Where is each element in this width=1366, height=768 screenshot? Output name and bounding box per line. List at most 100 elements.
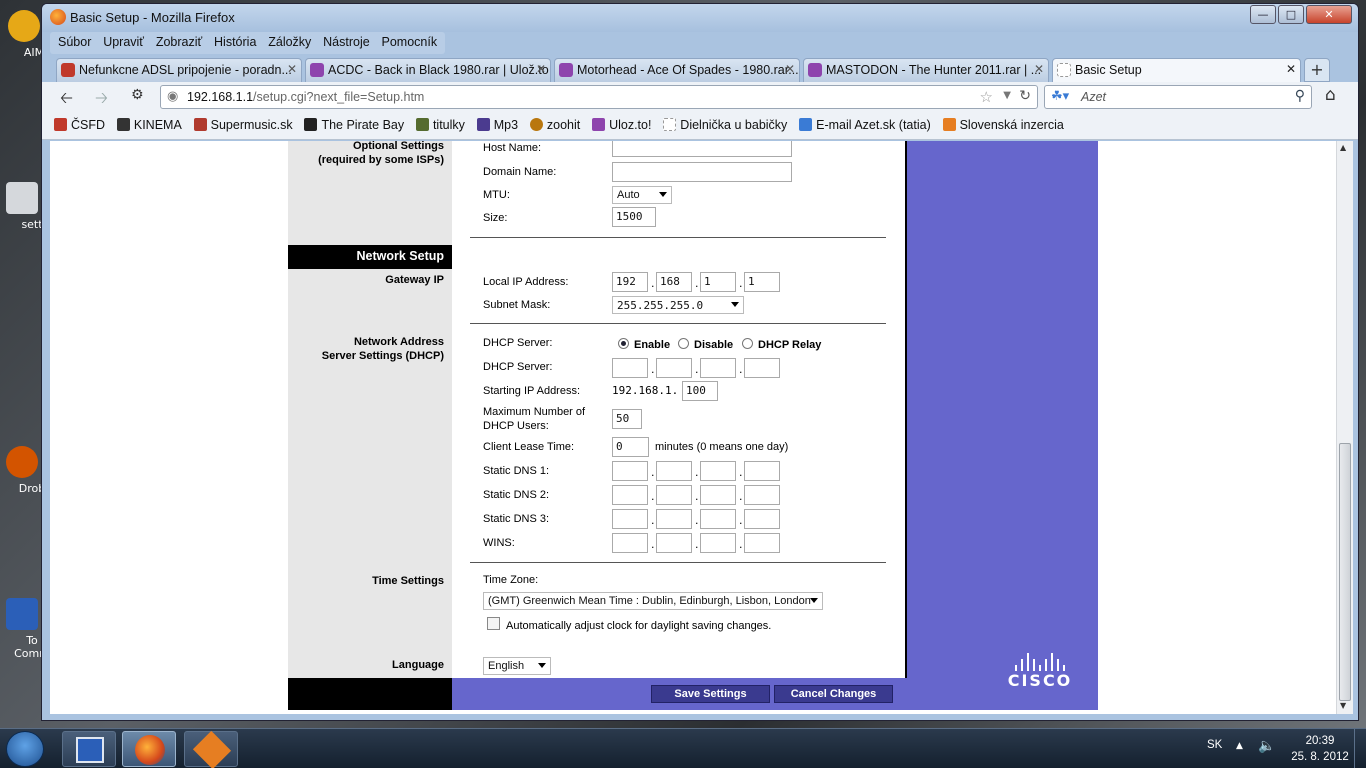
dns2-octet-4[interactable] [744, 485, 780, 505]
taskbar-floppy[interactable] [62, 731, 116, 767]
dst-checkbox[interactable] [487, 617, 500, 630]
menu-zalozky[interactable]: Záložky [264, 32, 315, 52]
close-tab-icon[interactable]: ✕ [1034, 62, 1044, 76]
dns1-octet-2[interactable] [656, 461, 692, 481]
dns1-octet-3[interactable] [700, 461, 736, 481]
dns2-octet-3[interactable] [700, 485, 736, 505]
history-dropdown-icon[interactable]: ▼ [1003, 90, 1011, 101]
subnet-mask-select[interactable]: 255.255.255.0 [612, 296, 744, 314]
close-window-button[interactable]: ✕ [1306, 5, 1352, 24]
tab-mastodon[interactable]: MASTODON - The Hunter 2011.rar | ... ✕ [803, 58, 1049, 82]
dhcp-server-octet-2[interactable] [656, 358, 692, 378]
local-ip-octet-3[interactable]: 1 [700, 272, 736, 292]
bookmark-mp3[interactable]: Mp3 [473, 112, 522, 132]
tab-acdc[interactable]: ACDC - Back in Black 1980.rar | Ulož.to ✕ [305, 58, 551, 82]
starting-ip-input[interactable]: 100 [682, 381, 718, 401]
menu-historia[interactable]: História [210, 32, 260, 52]
desktop-icon-tc[interactable]: To Comm [2, 598, 50, 660]
wins-octet-1[interactable] [612, 533, 648, 553]
domain-name-input[interactable] [612, 162, 792, 182]
close-tab-icon[interactable]: ✕ [1286, 62, 1296, 76]
scrollbar-thumb[interactable] [1339, 443, 1351, 701]
menu-upravit[interactable]: Upraviť [99, 32, 148, 52]
home-icon[interactable]: ⌂ [1325, 85, 1336, 105]
close-tab-icon[interactable]: ✕ [785, 62, 795, 76]
dhcp-server-octet-3[interactable] [700, 358, 736, 378]
dns3-octet-1[interactable] [612, 509, 648, 529]
maximize-button[interactable]: □ [1278, 5, 1304, 24]
dns2-octet-2[interactable] [656, 485, 692, 505]
clock[interactable]: 20:39 25. 8. 2012 [1290, 733, 1350, 765]
local-ip-octet-2[interactable]: 168 [656, 272, 692, 292]
desktop-icon-aim[interactable]: AIM [4, 10, 44, 59]
minimize-button[interactable]: — [1250, 5, 1276, 24]
search-icon[interactable]: ⚲ [1295, 88, 1305, 104]
volume-icon[interactable]: 🔈 [1258, 738, 1275, 754]
bookmark-titulky[interactable]: titulky [412, 112, 469, 132]
menu-zobrazit[interactable]: Zobraziť [152, 32, 206, 52]
wins-octet-3[interactable] [700, 533, 736, 553]
menu-nastroje[interactable]: Nástroje [319, 32, 374, 52]
tray-arrow-icon[interactable]: ▲ [1236, 741, 1243, 751]
search-bar[interactable]: ☘▾ Azet ⚲ [1044, 85, 1312, 109]
scroll-up-icon[interactable]: ▲ [1340, 143, 1346, 152]
dhcp-server-octet-4[interactable] [744, 358, 780, 378]
site-identity-icon[interactable]: ⚙ [131, 87, 144, 103]
vertical-scrollbar[interactable]: ▲ ▼ [1336, 141, 1353, 714]
back-icon[interactable]: 🡠 [60, 87, 73, 114]
start-button[interactable] [6, 731, 44, 767]
bookmark-csfd[interactable]: ČSFD [50, 112, 109, 132]
close-tab-icon[interactable]: ✕ [287, 62, 297, 76]
dhcp-disable-radio[interactable] [678, 338, 689, 349]
mtu-select[interactable]: Auto [612, 186, 672, 204]
wins-octet-2[interactable] [656, 533, 692, 553]
size-input[interactable]: 1500 [612, 207, 656, 227]
bookmark-supermusic[interactable]: Supermusic.sk [190, 112, 297, 132]
bookmark-piratebay[interactable]: The Pirate Bay [300, 112, 408, 132]
reload-icon[interactable]: ↻ [1019, 88, 1031, 104]
dns3-octet-4[interactable] [744, 509, 780, 529]
local-ip-octet-1[interactable]: 192 [612, 272, 648, 292]
close-tab-icon[interactable]: ✕ [536, 62, 546, 76]
dns1-octet-4[interactable] [744, 461, 780, 481]
search-engine-icon[interactable]: ☘▾ [1051, 89, 1069, 104]
menu-subor[interactable]: Súbor [54, 32, 95, 52]
language-select[interactable]: English [483, 657, 551, 675]
lease-time-input[interactable]: 0 [612, 437, 649, 457]
time-zone-select[interactable]: (GMT) Greenwich Mean Time : Dublin, Edin… [483, 592, 823, 610]
bookmark-zoohit[interactable]: zoohit [526, 112, 584, 132]
bookmark-dielnicka[interactable]: Dielnička u babičky [659, 112, 791, 132]
host-name-input[interactable] [612, 141, 792, 157]
dns1-octet-1[interactable] [612, 461, 648, 481]
bookmark-star-icon[interactable]: ☆ [980, 88, 993, 106]
tab-basic-setup[interactable]: Basic Setup ✕ [1052, 58, 1301, 82]
desktop-icon-drob[interactable]: Drob [2, 446, 45, 495]
taskbar-viewer[interactable] [184, 730, 238, 768]
menu-pomocnik[interactable]: Pomocník [378, 32, 442, 52]
cancel-changes-button[interactable]: Cancel Changes [774, 685, 893, 703]
forward-icon[interactable]: 🡢 [95, 87, 108, 114]
tab-motorhead[interactable]: Motorhead - Ace Of Spades - 1980.rar... ✕ [554, 58, 800, 82]
dhcp-relay-radio[interactable] [742, 338, 753, 349]
bookmark-kinema[interactable]: KINEMA [113, 112, 186, 132]
save-settings-button[interactable]: Save Settings [651, 685, 770, 703]
dhcp-server-octet-1[interactable] [612, 358, 648, 378]
keyboard-language[interactable]: SK [1207, 739, 1222, 751]
dns2-octet-1[interactable] [612, 485, 648, 505]
new-tab-button[interactable]: + [1304, 58, 1330, 82]
dns3-octet-2[interactable] [656, 509, 692, 529]
dns3-octet-3[interactable] [700, 509, 736, 529]
dhcp-enable-radio[interactable] [618, 338, 629, 349]
scroll-down-icon[interactable]: ▼ [1340, 701, 1346, 710]
taskbar-firefox[interactable] [122, 731, 176, 767]
max-users-input[interactable]: 50 [612, 409, 642, 429]
bookmark-ulozto[interactable]: Uloz.to! [588, 112, 655, 132]
local-ip-octet-4[interactable]: 1 [744, 272, 780, 292]
title-bar[interactable]: Basic Setup - Mozilla Firefox — □ ✕ [42, 4, 1358, 32]
desktop-icon-sett[interactable]: sett [2, 182, 43, 231]
show-desktop-button[interactable] [1354, 729, 1366, 768]
wins-octet-4[interactable] [744, 533, 780, 553]
bookmark-azet-email[interactable]: E-mail Azet.sk (tatia) [795, 112, 935, 132]
address-bar[interactable]: ◉ 192.168.1.1/setup.cgi?next_file=Setup.… [160, 85, 1038, 109]
bookmark-inzercia[interactable]: Slovenská inzercia [939, 112, 1068, 132]
